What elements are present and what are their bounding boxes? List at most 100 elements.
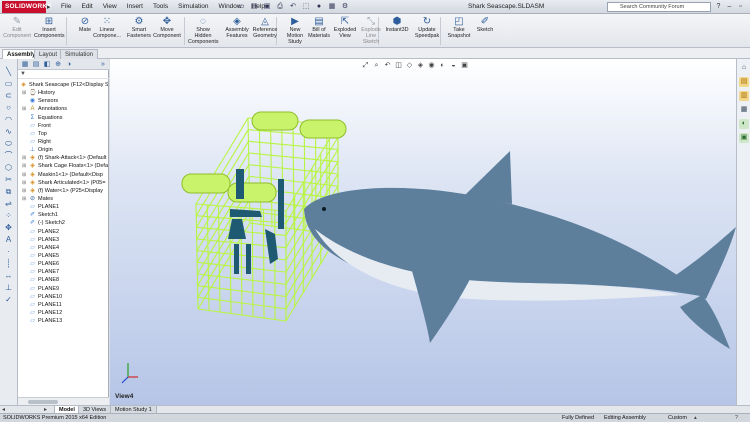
print-icon[interactable]: ⎙ [275, 2, 285, 12]
options-icon[interactable]: ⚙ [340, 2, 350, 12]
undo-icon[interactable]: ↶ [288, 2, 298, 12]
dimension-icon[interactable]: ↔ [3, 271, 14, 280]
tree-item[interactable]: ▱ PLANE2 [20, 228, 108, 236]
design-library-icon[interactable]: ▤ [739, 77, 749, 87]
circle-icon[interactable]: ○ [3, 103, 14, 112]
expand-icon[interactable]: ⊞ [22, 105, 27, 113]
tree-item[interactable]: ⊞ ◈ Shark Cage Floats<1> (Defa [20, 162, 108, 170]
scrollbar-thumb[interactable] [28, 400, 58, 404]
menu-simulation[interactable]: Simulation [173, 3, 213, 10]
update-speedpak-button[interactable]: ↻ Update Speedpak [412, 15, 442, 40]
centerline-icon[interactable]: ┊ [3, 259, 14, 268]
solidworks-logo[interactable]: SOLIDWORKS [2, 1, 52, 13]
tree-item[interactable]: ⊞ ⊘ Mates [20, 195, 108, 203]
rebuild-icon[interactable]: ● [314, 2, 324, 12]
minimize-icon[interactable]: – [725, 2, 734, 11]
expand-icon[interactable]: ⊞ [22, 179, 27, 187]
tree-item[interactable]: ▱ PLANE4 [20, 244, 108, 252]
move-component-button[interactable]: ✥ Move Component [152, 15, 182, 40]
menu-file[interactable]: File [56, 3, 76, 10]
pattern-icon[interactable]: ⁘ [3, 211, 14, 220]
tree-item[interactable]: ▱ PLANE5 [20, 252, 108, 260]
new-document-icon[interactable]: ▭ [236, 2, 246, 12]
tree-item[interactable]: ▱ Front [20, 122, 108, 130]
tree-item[interactable]: ◉ Sensors [20, 97, 108, 105]
shark[interactable] [304, 151, 736, 349]
tree-item[interactable]: ▱ PLANE12 [20, 309, 108, 317]
tree-item[interactable]: ⊞ ◈ (f) Water<1> (P25<Display [20, 187, 108, 195]
expand-icon[interactable]: ⊞ [22, 89, 27, 97]
tree-item[interactable]: ▱ PLANE7 [20, 268, 108, 276]
show-hidden-components-button[interactable]: ◌ Show Hidden Components [188, 15, 219, 45]
menu-insert[interactable]: Insert [122, 3, 148, 10]
tree-item[interactable]: ⊞ A Annotations [20, 105, 108, 113]
expand-icon[interactable]: ⊞ [22, 162, 27, 170]
tree-item[interactable]: ⊞ ◈ (f) Shark-Attack<1> (Default [20, 154, 108, 162]
tree-item[interactable]: ▱ PLANE13 [20, 317, 108, 325]
units-dropdown-icon[interactable]: ▴ [694, 414, 697, 422]
appearances-icon[interactable]: ◐ [739, 119, 749, 129]
menu-view[interactable]: View [98, 3, 122, 10]
sketch-button[interactable]: ✐ Sketch [470, 15, 500, 34]
tree-item[interactable]: ⊞ ◈ Maskin1<1> (Default<Disp [20, 171, 108, 179]
expand-panel-icon[interactable]: » [98, 60, 108, 69]
point-icon[interactable]: · [3, 247, 14, 256]
expand-icon[interactable]: ⊞ [22, 154, 27, 162]
fillet-icon[interactable]: ⌒ [3, 151, 14, 160]
tree-item[interactable]: ⊥ Origin [20, 146, 108, 154]
tab-simulation[interactable]: Simulation [60, 49, 99, 59]
custom-properties-icon[interactable]: ▣ [739, 133, 749, 143]
tree-root[interactable]: ◈ Shark Seascape (F12<Display S [20, 81, 108, 89]
tree-item[interactable]: ✐ (-) Sketch2 [20, 219, 108, 227]
configuration-manager-tab-icon[interactable]: ◧ [42, 60, 52, 69]
trim-icon[interactable]: ✂ [3, 175, 14, 184]
spline-icon[interactable]: ∿ [3, 127, 14, 136]
tree-item[interactable]: ✐ Sketch1 [20, 211, 108, 219]
restore-icon[interactable]: ▫ [736, 2, 745, 11]
edit-component-button[interactable]: ✎ Edit Component [2, 15, 32, 40]
feature-manager-tab-icon[interactable]: ▦ [20, 60, 30, 69]
slot-icon[interactable]: ⊂ [3, 91, 14, 100]
tree-item[interactable]: ▱ PLANE8 [20, 276, 108, 284]
tree-item[interactable]: ▱ PLANE1 [20, 203, 108, 211]
tree-item[interactable]: ▱ Top [20, 130, 108, 138]
text-icon[interactable]: A [3, 235, 14, 244]
menu-edit[interactable]: Edit [76, 3, 97, 10]
mirror-icon[interactable]: ⇌ [3, 199, 14, 208]
assembly-features-button[interactable]: ◈ Assembly Features [222, 15, 252, 40]
help-icon[interactable]: ? [714, 2, 723, 11]
property-manager-tab-icon[interactable]: ▤ [31, 60, 41, 69]
search-input[interactable]: Search Community Forum [607, 2, 711, 12]
move-entities-icon[interactable]: ✥ [3, 223, 14, 232]
panel-scrollbar[interactable] [18, 397, 109, 405]
expand-icon[interactable]: ⊞ [22, 187, 27, 195]
instant3d-button[interactable]: ⬢ Instant3D [382, 15, 412, 34]
tree-filter[interactable]: ▼ [18, 70, 109, 79]
file-explorer-icon[interactable]: ▥ [739, 91, 749, 101]
relation-icon[interactable]: ⊥ [3, 283, 14, 292]
repair-icon[interactable]: ✓ [3, 295, 14, 304]
offset-icon[interactable]: ⧉ [3, 187, 14, 196]
expand-icon[interactable]: ⊞ [22, 195, 27, 203]
tree-item[interactable]: ▱ PLANE3 [20, 236, 108, 244]
tree-item[interactable]: ▱ PLANE9 [20, 285, 108, 293]
tree-item[interactable]: ⊞ ◈ Shark Articulated<1> (P05= [20, 179, 108, 187]
status-help-icon[interactable]: ? [735, 414, 738, 422]
tree-item[interactable]: ⊞ ⌚ History [20, 89, 108, 97]
status-units[interactable]: Custom [668, 414, 687, 422]
arc-icon[interactable]: ◠ [3, 115, 14, 124]
expand-icon[interactable]: ⊞ [22, 171, 27, 179]
tree-item[interactable]: ▱ Right [20, 138, 108, 146]
reference-geometry-button[interactable]: ◬ Reference Geometry [250, 15, 280, 40]
display-manager-tab-icon[interactable]: ◑ [64, 60, 74, 69]
tab-layout[interactable]: Layout [34, 49, 63, 59]
open-icon[interactable]: ▤ [249, 2, 259, 12]
tree-item[interactable]: ▱ PLANE6 [20, 260, 108, 268]
polygon-icon[interactable]: ⬡ [3, 163, 14, 172]
line-icon[interactable]: ╲ [3, 67, 14, 76]
graphics-area[interactable]: ⤢ ⌕ ↶ ◫ ◇ ◈ ◉ ◐ ◒ ▣ View4 ⌂ ▤ ▥ ▦ ◐ ▣ [110, 59, 750, 405]
smart-fasteners-button[interactable]: ⚙ Smart Fasteners [124, 15, 154, 40]
linear-component-button[interactable]: ⁙ Linear Compone... [92, 15, 122, 40]
tree-item[interactable]: ▱ PLANE11 [20, 301, 108, 309]
menu-pin-icon[interactable]: ▸ [47, 3, 51, 11]
